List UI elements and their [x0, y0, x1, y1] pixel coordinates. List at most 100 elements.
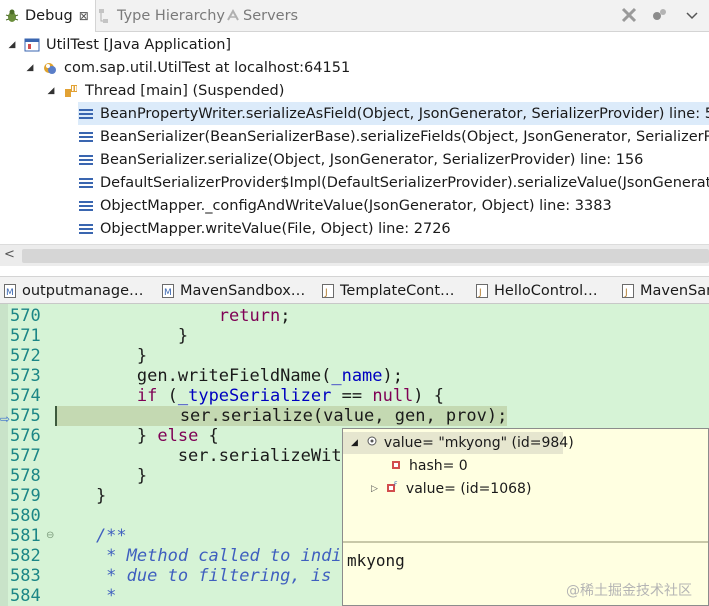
- code-token: _typeSerializer: [177, 386, 332, 406]
- private-field-icon: [391, 458, 401, 474]
- line-number: 583: [10, 566, 41, 586]
- code-token: *: [55, 586, 127, 606]
- field-icon: [366, 435, 378, 451]
- code-token: }: [55, 466, 148, 486]
- line-number: 576: [10, 426, 41, 446]
- svg-text:F: F: [394, 481, 398, 488]
- editor-tab[interactable]: M MavenSandbox…: [162, 277, 305, 304]
- stack-frame-icon: [78, 152, 94, 168]
- debug-target-icon: [42, 60, 58, 76]
- stack-frame-label: ObjectMapper._configAndWriteValue(JsonGe…: [100, 197, 612, 214]
- tab-debug-label: Debug: [25, 8, 73, 24]
- code-token: gen.writeFieldName(: [55, 366, 332, 386]
- line-number: 575: [10, 406, 41, 426]
- stack-frame-icon: [78, 221, 94, 237]
- code-line[interactable]: 570 return;: [0, 306, 709, 326]
- stack-frame-row[interactable]: BeanPropertyWriter.serializeAsField(Obje…: [78, 102, 709, 125]
- code-line[interactable]: ⇨ 575 ser.serialize(value, gen, prov);: [0, 406, 709, 426]
- variable-row-value[interactable]: ◢ value= "mkyong" (id=984): [343, 432, 574, 454]
- variable-label: value= "mkyong" (id=984): [383, 435, 574, 451]
- code-token: ser.serialize(value, gen, prov);: [57, 406, 508, 426]
- code-token: }: [55, 346, 148, 366]
- debug-view-tabbar: Debug ⊠ Type Hierarchy Servers: [0, 0, 709, 32]
- line-number: 580: [10, 506, 41, 526]
- tab-debug[interactable]: Debug ⊠: [0, 0, 96, 32]
- code-text: return;: [55, 306, 291, 326]
- variable-row-hash[interactable]: hash= 0: [391, 455, 468, 477]
- close-icon[interactable]: ⊠: [79, 9, 89, 23]
- debug-tree: ◢ UtilTest [Java Application] ◢ com.sap.…: [0, 32, 709, 244]
- code-text: }: [55, 326, 188, 346]
- collapse-icon[interactable]: ◢: [6, 40, 18, 50]
- stack-frame-row[interactable]: DefaultSerializerProvider$Impl(DefaultSe…: [78, 171, 709, 194]
- code-line[interactable]: 573 gen.writeFieldName(_name);: [0, 366, 709, 386]
- svg-text:M: M: [164, 288, 172, 298]
- tree-node-thread[interactable]: ◢ Thread [main] (Suspended): [45, 79, 285, 102]
- stack-frame-label: BeanPropertyWriter.serializeAsField(Obje…: [100, 105, 709, 122]
- variable-label: value= (id=1068): [405, 481, 532, 497]
- stack-frame-row[interactable]: ObjectMapper.writeValue(File, Object) li…: [78, 217, 451, 240]
- stack-frame-row[interactable]: ObjectMapper._configAndWriteValue(JsonGe…: [78, 194, 612, 217]
- code-text: } else {: [55, 426, 219, 446]
- variable-row-chars[interactable]: ▷ F value= (id=1068): [371, 478, 531, 500]
- view-menu-chevron-down-icon[interactable]: [684, 7, 700, 23]
- code-line[interactable]: 571 }: [0, 326, 709, 346]
- tree-thread-label: Thread [main] (Suspended): [85, 82, 285, 99]
- collapse-icon[interactable]: ◢: [24, 63, 36, 73]
- remove-terminated-icon[interactable]: [621, 7, 637, 23]
- collapse-icon[interactable]: ◢: [351, 438, 358, 448]
- editor-tab-label: TemplateCont…: [340, 282, 455, 299]
- code-token: );: [382, 366, 404, 386]
- editor-tab[interactable]: J TemplateCont…: [322, 277, 455, 304]
- code-text: }: [55, 346, 147, 366]
- line-number: 579: [10, 486, 41, 506]
- line-number: 584: [10, 586, 41, 606]
- code-token: {: [198, 426, 219, 446]
- line-number: 574: [10, 386, 41, 406]
- stack-frame-label: BeanSerializer.serialize(Object, JsonGen…: [100, 151, 644, 168]
- stack-frame-label: ObjectMapper.writeValue(File, Object) li…: [100, 220, 451, 237]
- servers-icon: [226, 8, 240, 24]
- stack-frame-label: DefaultSerializerProvider$Impl(DefaultSe…: [100, 174, 709, 191]
- fold-toggle-icon[interactable]: ⊖: [46, 526, 54, 546]
- tab-type-hierarchy[interactable]: Type Hierarchy: [96, 0, 225, 32]
- debug-tree-horizontal-scrollbar[interactable]: <: [0, 244, 709, 266]
- collapse-icon[interactable]: ◢: [45, 86, 57, 96]
- svg-text:J: J: [324, 288, 328, 298]
- svg-text:J: J: [624, 288, 628, 298]
- view-menu-tools-icon[interactable]: [652, 7, 668, 23]
- line-number: 572: [10, 346, 41, 366]
- popup-divider[interactable]: [343, 541, 708, 543]
- scroll-left-arrow-icon[interactable]: <: [4, 247, 15, 262]
- line-number: 581: [10, 526, 41, 546]
- code-text: if (_typeSerializer == null) {: [55, 386, 444, 406]
- code-token: /**: [55, 526, 127, 546]
- line-number: 573: [10, 366, 41, 386]
- editor-tab[interactable]: J HelloControl…: [476, 277, 598, 304]
- tree-node-target[interactable]: ◢ com.sap.util.UtilTest at localhost:641…: [24, 56, 351, 79]
- editor-tab[interactable]: J MavenSan: [622, 277, 709, 304]
- stack-frame-row[interactable]: BeanSerializer(BeanSerializerBase).seria…: [78, 125, 709, 148]
- line-number: 582: [10, 546, 41, 566]
- stack-frame-icon: [78, 198, 94, 214]
- code-line[interactable]: 572 }: [0, 346, 709, 366]
- code-token: ) {: [413, 386, 445, 406]
- code-token: }: [55, 326, 189, 346]
- tab-servers-label: Servers: [243, 8, 299, 24]
- editor-tab-label: HelloControl…: [494, 282, 598, 299]
- stack-frame-icon: [78, 175, 94, 191]
- tab-servers[interactable]: Servers: [226, 0, 298, 32]
- scrollbar-thumb[interactable]: [22, 249, 709, 263]
- stack-frame-icon: [78, 129, 94, 145]
- code-text: /**: [55, 526, 127, 546]
- variable-detail-value: mkyong: [347, 551, 405, 570]
- suspended-thread-icon: [63, 83, 79, 99]
- editor-tab[interactable]: M outputmanage…: [4, 277, 144, 304]
- expand-icon[interactable]: ▷: [371, 484, 378, 494]
- stack-frame-icon: [78, 106, 94, 122]
- tree-node-launch[interactable]: ◢ UtilTest [Java Application]: [6, 33, 232, 56]
- stack-frame-row[interactable]: BeanSerializer.serialize(Object, JsonGen…: [78, 148, 643, 171]
- variable-label: hash= 0: [409, 458, 468, 474]
- code-line[interactable]: 574 if (_typeSerializer == null) {: [0, 386, 709, 406]
